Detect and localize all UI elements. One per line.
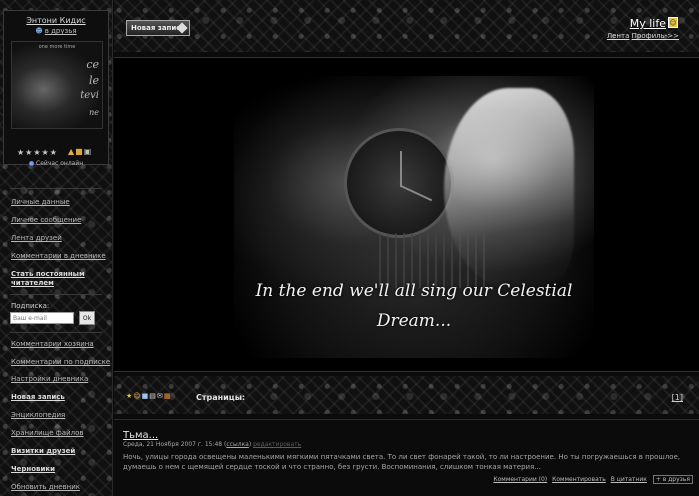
menu-owner-comments[interactable]: Комментарии хозяина bbox=[11, 340, 111, 349]
online-label: Сейчас онлайн bbox=[36, 160, 84, 167]
post-actions: Комментарии (0) Комментировать В цитатни… bbox=[490, 475, 693, 484]
menu-refresh-diary[interactable]: Обновить дневник bbox=[11, 483, 111, 492]
print-icon[interactable]: ▤ bbox=[149, 392, 156, 400]
menu-file-storage[interactable]: Хранилище файлов bbox=[11, 429, 111, 438]
profile-menu: Личные данные Личное сообщение Лента дру… bbox=[11, 198, 111, 297]
folder-icon[interactable]: ■ bbox=[75, 147, 83, 156]
banner: In the end we'll all sing our Celestial … bbox=[114, 57, 699, 372]
menu-personal-data[interactable]: Личные данные bbox=[11, 198, 111, 207]
pages-bar: ★☺■▤✉▦ Страницы: [1] bbox=[114, 376, 699, 414]
star-icon[interactable]: ★ bbox=[126, 392, 132, 400]
avatar-text-2: le bbox=[88, 74, 99, 87]
thumb-icon[interactable]: ▲ bbox=[68, 147, 74, 156]
banner-quote: In the end we'll all sing our Celestial … bbox=[255, 281, 573, 331]
online-icon: ● bbox=[28, 160, 35, 167]
post-title[interactable]: Тьма... bbox=[123, 430, 158, 441]
clock-illustration bbox=[344, 128, 454, 238]
gift-icon[interactable]: ▣ bbox=[84, 147, 92, 156]
character-illustration bbox=[444, 88, 574, 288]
header-links: Лента Профиль->> bbox=[607, 32, 679, 40]
comment-link[interactable]: Комментировать bbox=[552, 476, 606, 483]
new-post-button[interactable]: Новая запись bbox=[126, 20, 190, 36]
menu-diary-comments[interactable]: Комментарии в дневнике bbox=[11, 252, 111, 261]
avatar-caption: one more time bbox=[38, 44, 76, 50]
menu-new-post[interactable]: Новая запись bbox=[11, 393, 111, 402]
divider bbox=[10, 332, 102, 333]
subscribe-ok-button[interactable]: Ok bbox=[79, 311, 95, 325]
menu-friends-feed[interactable]: Лента друзей bbox=[11, 234, 111, 243]
post-text: Ночь, улицы города освещены маленькими м… bbox=[123, 453, 681, 471]
mail-icon[interactable]: ✉ bbox=[157, 392, 163, 400]
avatar[interactable]: one more time ce le tevi ne bbox=[11, 41, 103, 129]
divider bbox=[10, 188, 102, 189]
avatar-text-3: tevi bbox=[80, 90, 99, 101]
rating-stars: ★★★★★ bbox=[17, 148, 58, 157]
page-number[interactable]: [1] bbox=[672, 393, 683, 402]
post-edit-link[interactable]: редактировать bbox=[253, 441, 301, 448]
smile-icon[interactable]: ☺ bbox=[133, 392, 140, 400]
phone-icon[interactable]: ■ bbox=[142, 392, 149, 400]
diary-menu: Комментарии хозяина Комментарии по подпи… bbox=[11, 340, 111, 496]
menu-drafts[interactable]: Черновики bbox=[11, 465, 111, 474]
sidebar: Энтони Кидис ☻ в друзья one more time ce … bbox=[0, 0, 113, 496]
add-friend: ☻ в друзья bbox=[4, 27, 108, 35]
add-friend-link[interactable]: в друзья bbox=[45, 27, 77, 35]
menu-private-message[interactable]: Личное сообщение bbox=[11, 216, 111, 225]
main-area: Новая запись My life ☺ Лента Профиль->> … bbox=[114, 0, 699, 496]
diary-title[interactable]: My life bbox=[630, 17, 666, 30]
post-date: Среда, 21 Ноября 2007 г. 15:48 bbox=[123, 441, 223, 448]
profile-panel: Энтони Кидис ☻ в друзья one more time ce … bbox=[3, 10, 109, 167]
menu-diary-settings[interactable]: Настройки дневника bbox=[11, 375, 111, 384]
menu-friends-cards[interactable]: Визитки друзей bbox=[11, 447, 111, 456]
add-friend-icon: ☻ bbox=[35, 27, 43, 35]
post-meta: Среда, 21 Ноября 2007 г. 15:48 (ссылка) … bbox=[123, 441, 302, 448]
online-status: ● Сейчас онлайн bbox=[4, 160, 108, 167]
diary-badge-icon: ☺ bbox=[668, 17, 678, 28]
subscription-label: Подписка: bbox=[11, 302, 50, 310]
post: Тьма... Среда, 21 Ноября 2007 г. 15:48 (… bbox=[114, 419, 699, 496]
avatar-text-1: ce bbox=[86, 58, 99, 71]
feed-link[interactable]: Лента bbox=[607, 32, 630, 40]
menu-become-reader[interactable]: Стать постоянным читателем bbox=[11, 270, 111, 288]
avatar-text-4: ne bbox=[89, 108, 99, 117]
to-friends-link[interactable]: + в друзья bbox=[652, 475, 693, 484]
profile-link[interactable]: Профиль->> bbox=[632, 32, 679, 40]
post-tools: ★☺■▤✉▦ bbox=[126, 392, 171, 400]
email-input[interactable] bbox=[10, 312, 74, 324]
comments-count-link[interactable]: Комментарии (0) bbox=[493, 476, 547, 483]
post-link[interactable]: ссылка bbox=[226, 441, 248, 448]
menu-encyclopedia[interactable]: Энциклопедия bbox=[11, 411, 111, 420]
divider bbox=[10, 294, 102, 295]
user-name-link[interactable]: Энтони Кидис bbox=[4, 16, 108, 25]
quote-link[interactable]: В цитатник bbox=[611, 476, 647, 483]
pages-label: Страницы: bbox=[196, 393, 246, 402]
header: Новая запись My life ☺ Лента Профиль->> bbox=[114, 0, 699, 52]
rss-icon[interactable]: ▦ bbox=[164, 392, 171, 400]
profile-icons: ▲■▣ bbox=[68, 147, 92, 156]
menu-subscribed-comments[interactable]: Комментарии по подписке bbox=[11, 358, 111, 367]
